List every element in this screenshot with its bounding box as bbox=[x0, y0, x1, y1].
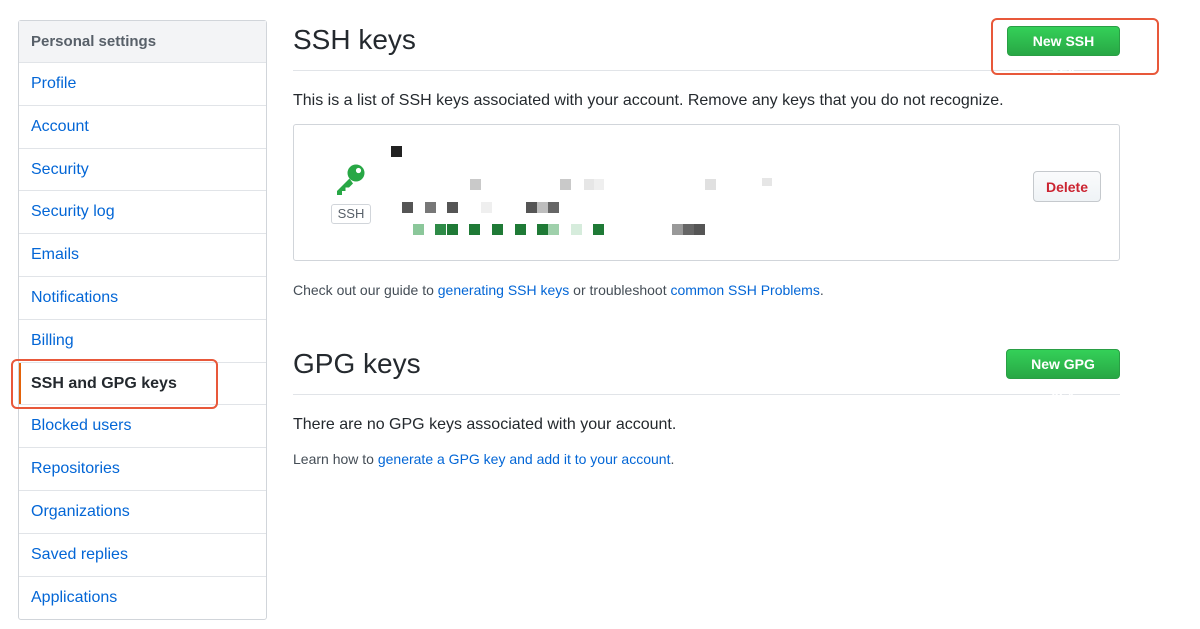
sidebar-item-security[interactable]: Security bbox=[19, 149, 266, 192]
ssh-guide-suffix: . bbox=[819, 282, 824, 298]
sidebar-item-ssh-gpg-keys[interactable]: SSH and GPG keys bbox=[19, 362, 266, 406]
ssh-guide-note: Check out our guide to generating SSH ke… bbox=[293, 282, 824, 298]
gpg-empty-text: There are no GPG keys associated with yo… bbox=[293, 416, 677, 433]
new-ssh-key-button[interactable]: New SSH key bbox=[1007, 26, 1120, 77]
delete-ssh-key-button[interactable]: Delete bbox=[1033, 171, 1101, 202]
ssh-description: This is a list of SSH keys associated wi… bbox=[293, 92, 1004, 109]
sidebar-item-security-log[interactable]: Security log bbox=[19, 191, 266, 235]
sidebar-item-organizations[interactable]: Organizations bbox=[19, 491, 266, 534]
gpg-section-divider bbox=[293, 394, 1120, 395]
new-gpg-key-button[interactable]: New GPG key bbox=[1006, 349, 1120, 400]
settings-sidebar: Personal settings Profile Account Securi… bbox=[18, 20, 267, 621]
sidebar-item-blocked-users[interactable]: Blocked users bbox=[19, 405, 266, 449]
ssh-type-label: SSH bbox=[331, 204, 371, 224]
gpg-learn-note: Learn how to generate a GPG key and add … bbox=[293, 451, 674, 467]
gpg-learn-suffix: . bbox=[670, 451, 675, 467]
sidebar-item-account[interactable]: Account bbox=[19, 106, 266, 149]
generating-ssh-keys-link[interactable]: generating SSH keys bbox=[438, 282, 570, 298]
gpg-keys-title: GPG keys bbox=[293, 348, 421, 379]
ssh-guide-prefix: Check out our guide to bbox=[293, 282, 438, 298]
sidebar-item-profile[interactable]: Profile bbox=[19, 63, 266, 106]
ssh-guide-middle: or troubleshoot bbox=[569, 282, 671, 298]
ssh-key-item: SSH Delete bbox=[293, 124, 1120, 261]
sidebar-item-repositories[interactable]: Repositories bbox=[19, 448, 266, 491]
sidebar-item-emails[interactable]: Emails bbox=[19, 234, 266, 277]
sidebar-header: Personal settings bbox=[19, 21, 266, 63]
ssh-section-divider bbox=[293, 70, 1120, 71]
generate-gpg-key-link[interactable]: generate a GPG key and add it to your ac… bbox=[378, 451, 671, 467]
gpg-learn-prefix: Learn how to bbox=[293, 451, 378, 467]
key-icon bbox=[337, 164, 365, 195]
sidebar-item-billing[interactable]: Billing bbox=[19, 320, 266, 363]
common-ssh-problems-link[interactable]: common SSH Problems bbox=[670, 282, 819, 298]
sidebar-item-notifications[interactable]: Notifications bbox=[19, 277, 266, 320]
sidebar-item-saved-replies[interactable]: Saved replies bbox=[19, 534, 266, 577]
ssh-keys-title: SSH keys bbox=[293, 24, 416, 55]
sidebar-item-applications[interactable]: Applications bbox=[19, 577, 266, 620]
